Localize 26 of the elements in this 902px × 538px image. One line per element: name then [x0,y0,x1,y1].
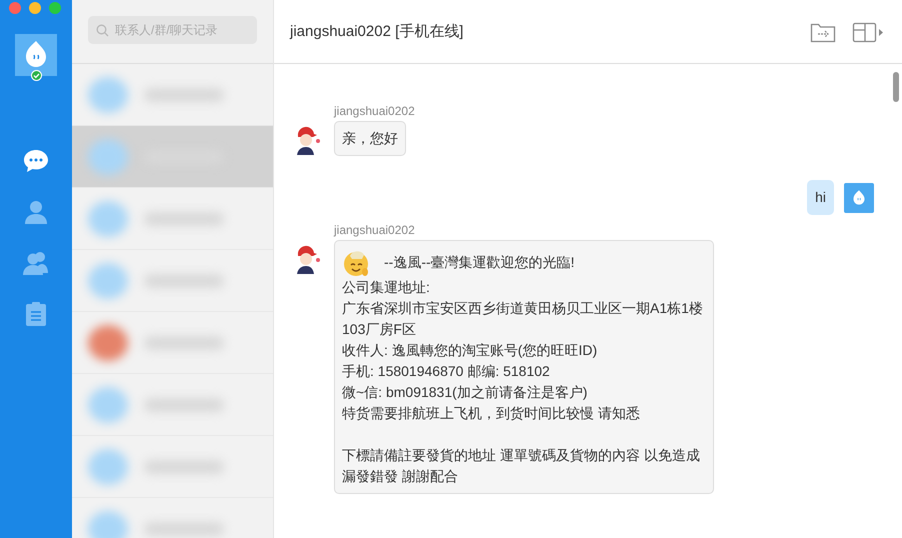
profile-avatar[interactable] [15,34,57,76]
close-button[interactable] [9,2,21,14]
search-icon [96,24,109,37]
message-text: 广东省深圳市宝安区西乡街道黄田杨贝工业区一期A1栋1楼103厂房F区 [342,299,704,339]
sender-name: jiangshuai0202 [334,223,415,237]
panel-layout-icon[interactable] [852,20,884,42]
message-text: 公司集運地址: [342,278,430,297]
chat-title: jiangshuai0202 [手机在线] [290,22,464,41]
message-text: 手机: 15801946870 邮编: 518102 [342,362,550,381]
message-text: hi [815,188,826,207]
chat-icon[interactable] [22,147,50,175]
scrollbar[interactable] [893,72,899,102]
message-text: 特货需要排航班上飞机，到货时间比较慢 请知悉 [342,404,640,423]
search-field[interactable]: 联系人/群/聊天记录 [88,16,257,44]
zoom-button[interactable] [49,2,61,14]
sender-name: jiangshuai0202 [334,104,415,118]
message-text: 亲，您好 [342,129,398,148]
group-icon[interactable] [22,249,50,277]
message-text: --逸風--臺灣集運歡迎您的光臨! [384,252,575,272]
conversation-item[interactable] [72,126,273,188]
own-avatar [844,182,874,212]
message-text: 收件人: 逸風轉您的淘宝账号(您的旺旺ID) [342,341,598,360]
person-icon[interactable] [22,198,50,226]
message-text: 下標請備註要發貨的地址 運單號碼及貨物的內容 以免造成漏發錯發 謝謝配合 [342,446,701,486]
message-text: 微~信: bm091831(加之前请备注是客户) [342,383,588,402]
minimize-button[interactable] [29,2,41,14]
